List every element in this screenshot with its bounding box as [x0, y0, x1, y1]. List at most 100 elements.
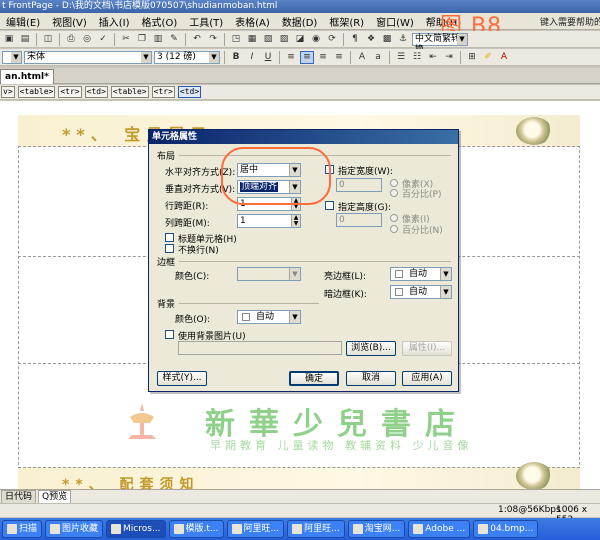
- hyperlink-icon[interactable]: ◉: [309, 33, 323, 46]
- conversion-dropdown[interactable]: 中文简繁转换▼: [412, 32, 468, 55]
- menu-window[interactable]: 窗口(W): [370, 14, 420, 29]
- properties-icon[interactable]: ▩: [380, 33, 394, 46]
- anchor-icon[interactable]: ⚓: [396, 33, 410, 46]
- quick-tag[interactable]: v>: [1, 86, 15, 98]
- font-grow-icon[interactable]: A: [355, 51, 369, 64]
- menu-view[interactable]: 视图(V): [46, 14, 93, 29]
- border-color-select[interactable]: ▼: [237, 267, 301, 281]
- dialog-title: 单元格属性: [149, 130, 458, 144]
- help-search-box[interactable]: 键入需要帮助的问: [540, 15, 600, 28]
- show-all-icon[interactable]: ¶: [348, 33, 362, 46]
- height-pixels-radio[interactable]: [390, 214, 398, 222]
- font-color-icon[interactable]: A: [497, 51, 511, 64]
- web-component-icon[interactable]: ◳: [229, 33, 243, 46]
- light-border-select[interactable]: 自动 ▼: [390, 267, 452, 281]
- taskbar-item[interactable]: 阿里旺...: [287, 520, 345, 538]
- spelling-icon[interactable]: ✓: [96, 33, 110, 46]
- taskbar-item[interactable]: 模版.t...: [168, 520, 224, 538]
- menu-table[interactable]: 表格(A): [229, 14, 276, 29]
- apply-button[interactable]: 应用(A): [402, 371, 452, 386]
- quick-tag[interactable]: <table>: [17, 86, 56, 98]
- font-shrink-icon[interactable]: a: [371, 51, 385, 64]
- dark-border-select[interactable]: 自动 ▼: [390, 285, 452, 299]
- col-span-input[interactable]: 1 ▲ ▼: [237, 214, 301, 228]
- width-input[interactable]: 0: [336, 178, 382, 192]
- height-percent-radio[interactable]: [390, 225, 398, 233]
- style-select[interactable]: ▼: [2, 50, 22, 64]
- app-icon: [413, 524, 424, 534]
- ok-button[interactable]: 确定: [289, 371, 339, 386]
- taskbar-item[interactable]: Adobe ...: [408, 520, 471, 538]
- numbering-icon[interactable]: ☰: [394, 51, 408, 64]
- justify-icon[interactable]: ≡: [332, 51, 346, 64]
- taskbar-item[interactable]: 04.bmp...: [473, 520, 539, 538]
- paste-icon[interactable]: ▥: [151, 33, 165, 46]
- save-icon[interactable]: ▣: [2, 33, 16, 46]
- menu-frames[interactable]: 框架(R): [323, 14, 370, 29]
- print-icon[interactable]: ⎙: [64, 33, 78, 46]
- border-icon[interactable]: ⊞: [465, 51, 479, 64]
- format-painter-icon[interactable]: ✎: [167, 33, 181, 46]
- insert-picture-icon[interactable]: ▨: [277, 33, 291, 46]
- quick-tag[interactable]: <td>: [84, 86, 108, 98]
- tag-icon[interactable]: ❖: [364, 33, 378, 46]
- width-percent-radio[interactable]: [390, 189, 398, 197]
- publish-icon[interactable]: ◫: [41, 33, 55, 46]
- tab-code[interactable]: 日代码: [1, 489, 37, 504]
- quick-tag[interactable]: <tr>: [58, 86, 82, 98]
- drawing-icon[interactable]: ◪: [293, 33, 307, 46]
- undo-icon[interactable]: ↶: [190, 33, 204, 46]
- height-checkbox[interactable]: [325, 201, 334, 210]
- menu-edit[interactable]: 编辑(E): [0, 14, 46, 29]
- taskbar-item[interactable]: 扫描: [2, 520, 43, 538]
- taskbar-item[interactable]: 阿里旺...: [226, 520, 285, 538]
- document-tab[interactable]: an.html*: [0, 69, 54, 84]
- copy-icon[interactable]: ❐: [135, 33, 149, 46]
- decrease-indent-icon[interactable]: ⇤: [426, 51, 440, 64]
- menu-insert[interactable]: 插入(I): [93, 14, 136, 29]
- width-pixels-radio[interactable]: [390, 179, 398, 187]
- taskbar-item[interactable]: 图片收藏: [45, 520, 104, 538]
- underline-icon[interactable]: U: [261, 51, 275, 64]
- properties-button[interactable]: 属性(I)...: [402, 341, 452, 356]
- quick-tag[interactable]: <tr>: [151, 86, 175, 98]
- bg-color-select[interactable]: 自动 ▼: [237, 310, 301, 324]
- redo-icon[interactable]: ↷: [206, 33, 220, 46]
- browse-button[interactable]: 浏览(B)...: [346, 341, 396, 356]
- taskbar-item-active[interactable]: Micros...: [106, 520, 166, 538]
- font-size-value: 3 (12 磅): [157, 51, 196, 62]
- insert-table-icon[interactable]: ▦: [245, 33, 259, 46]
- menu-tools[interactable]: 工具(T): [183, 14, 229, 29]
- spinner-icon[interactable]: ▲ ▼: [291, 215, 300, 227]
- folder-icon[interactable]: ▤: [18, 33, 32, 46]
- italic-icon[interactable]: I: [245, 51, 259, 64]
- font-name-select[interactable]: 宋体 ▼: [24, 50, 152, 64]
- height-input[interactable]: 0: [336, 213, 382, 227]
- font-size-select[interactable]: 3 (12 磅) ▼: [154, 50, 220, 64]
- menu-format[interactable]: 格式(O): [136, 14, 184, 29]
- cancel-button[interactable]: 取消: [346, 371, 396, 386]
- preview-icon[interactable]: ◎: [80, 33, 94, 46]
- highlight-icon[interactable]: ✐: [481, 51, 495, 64]
- cut-icon[interactable]: ✂: [119, 33, 133, 46]
- bg-image-checkbox[interactable]: [165, 330, 174, 339]
- menu-data[interactable]: 数据(D): [276, 14, 324, 29]
- header-cell-checkbox[interactable]: [165, 233, 174, 242]
- style-button[interactable]: 样式(Y)...: [157, 371, 207, 386]
- no-wrap-checkbox[interactable]: [165, 244, 174, 253]
- taskbar-item[interactable]: 淘宝网...: [347, 520, 406, 538]
- increase-indent-icon[interactable]: ⇥: [442, 51, 456, 64]
- align-left-icon[interactable]: ≡: [284, 51, 298, 64]
- quick-tag[interactable]: <table>: [110, 86, 149, 98]
- bullets-icon[interactable]: ☷: [410, 51, 424, 64]
- bold-icon[interactable]: B: [229, 51, 243, 64]
- taskbar-label: 阿里旺...: [243, 524, 280, 534]
- align-right-icon[interactable]: ≡: [316, 51, 330, 64]
- quick-tag-selected[interactable]: <td>: [177, 86, 202, 98]
- align-center-icon[interactable]: ≡: [300, 50, 314, 64]
- bg-image-path-input[interactable]: [178, 341, 342, 355]
- border-color-label: 颜色(C):: [175, 272, 210, 282]
- refresh-icon[interactable]: ⟳: [325, 33, 339, 46]
- tab-preview[interactable]: Q预览: [38, 489, 72, 504]
- insert-layer-icon[interactable]: ▧: [261, 33, 275, 46]
